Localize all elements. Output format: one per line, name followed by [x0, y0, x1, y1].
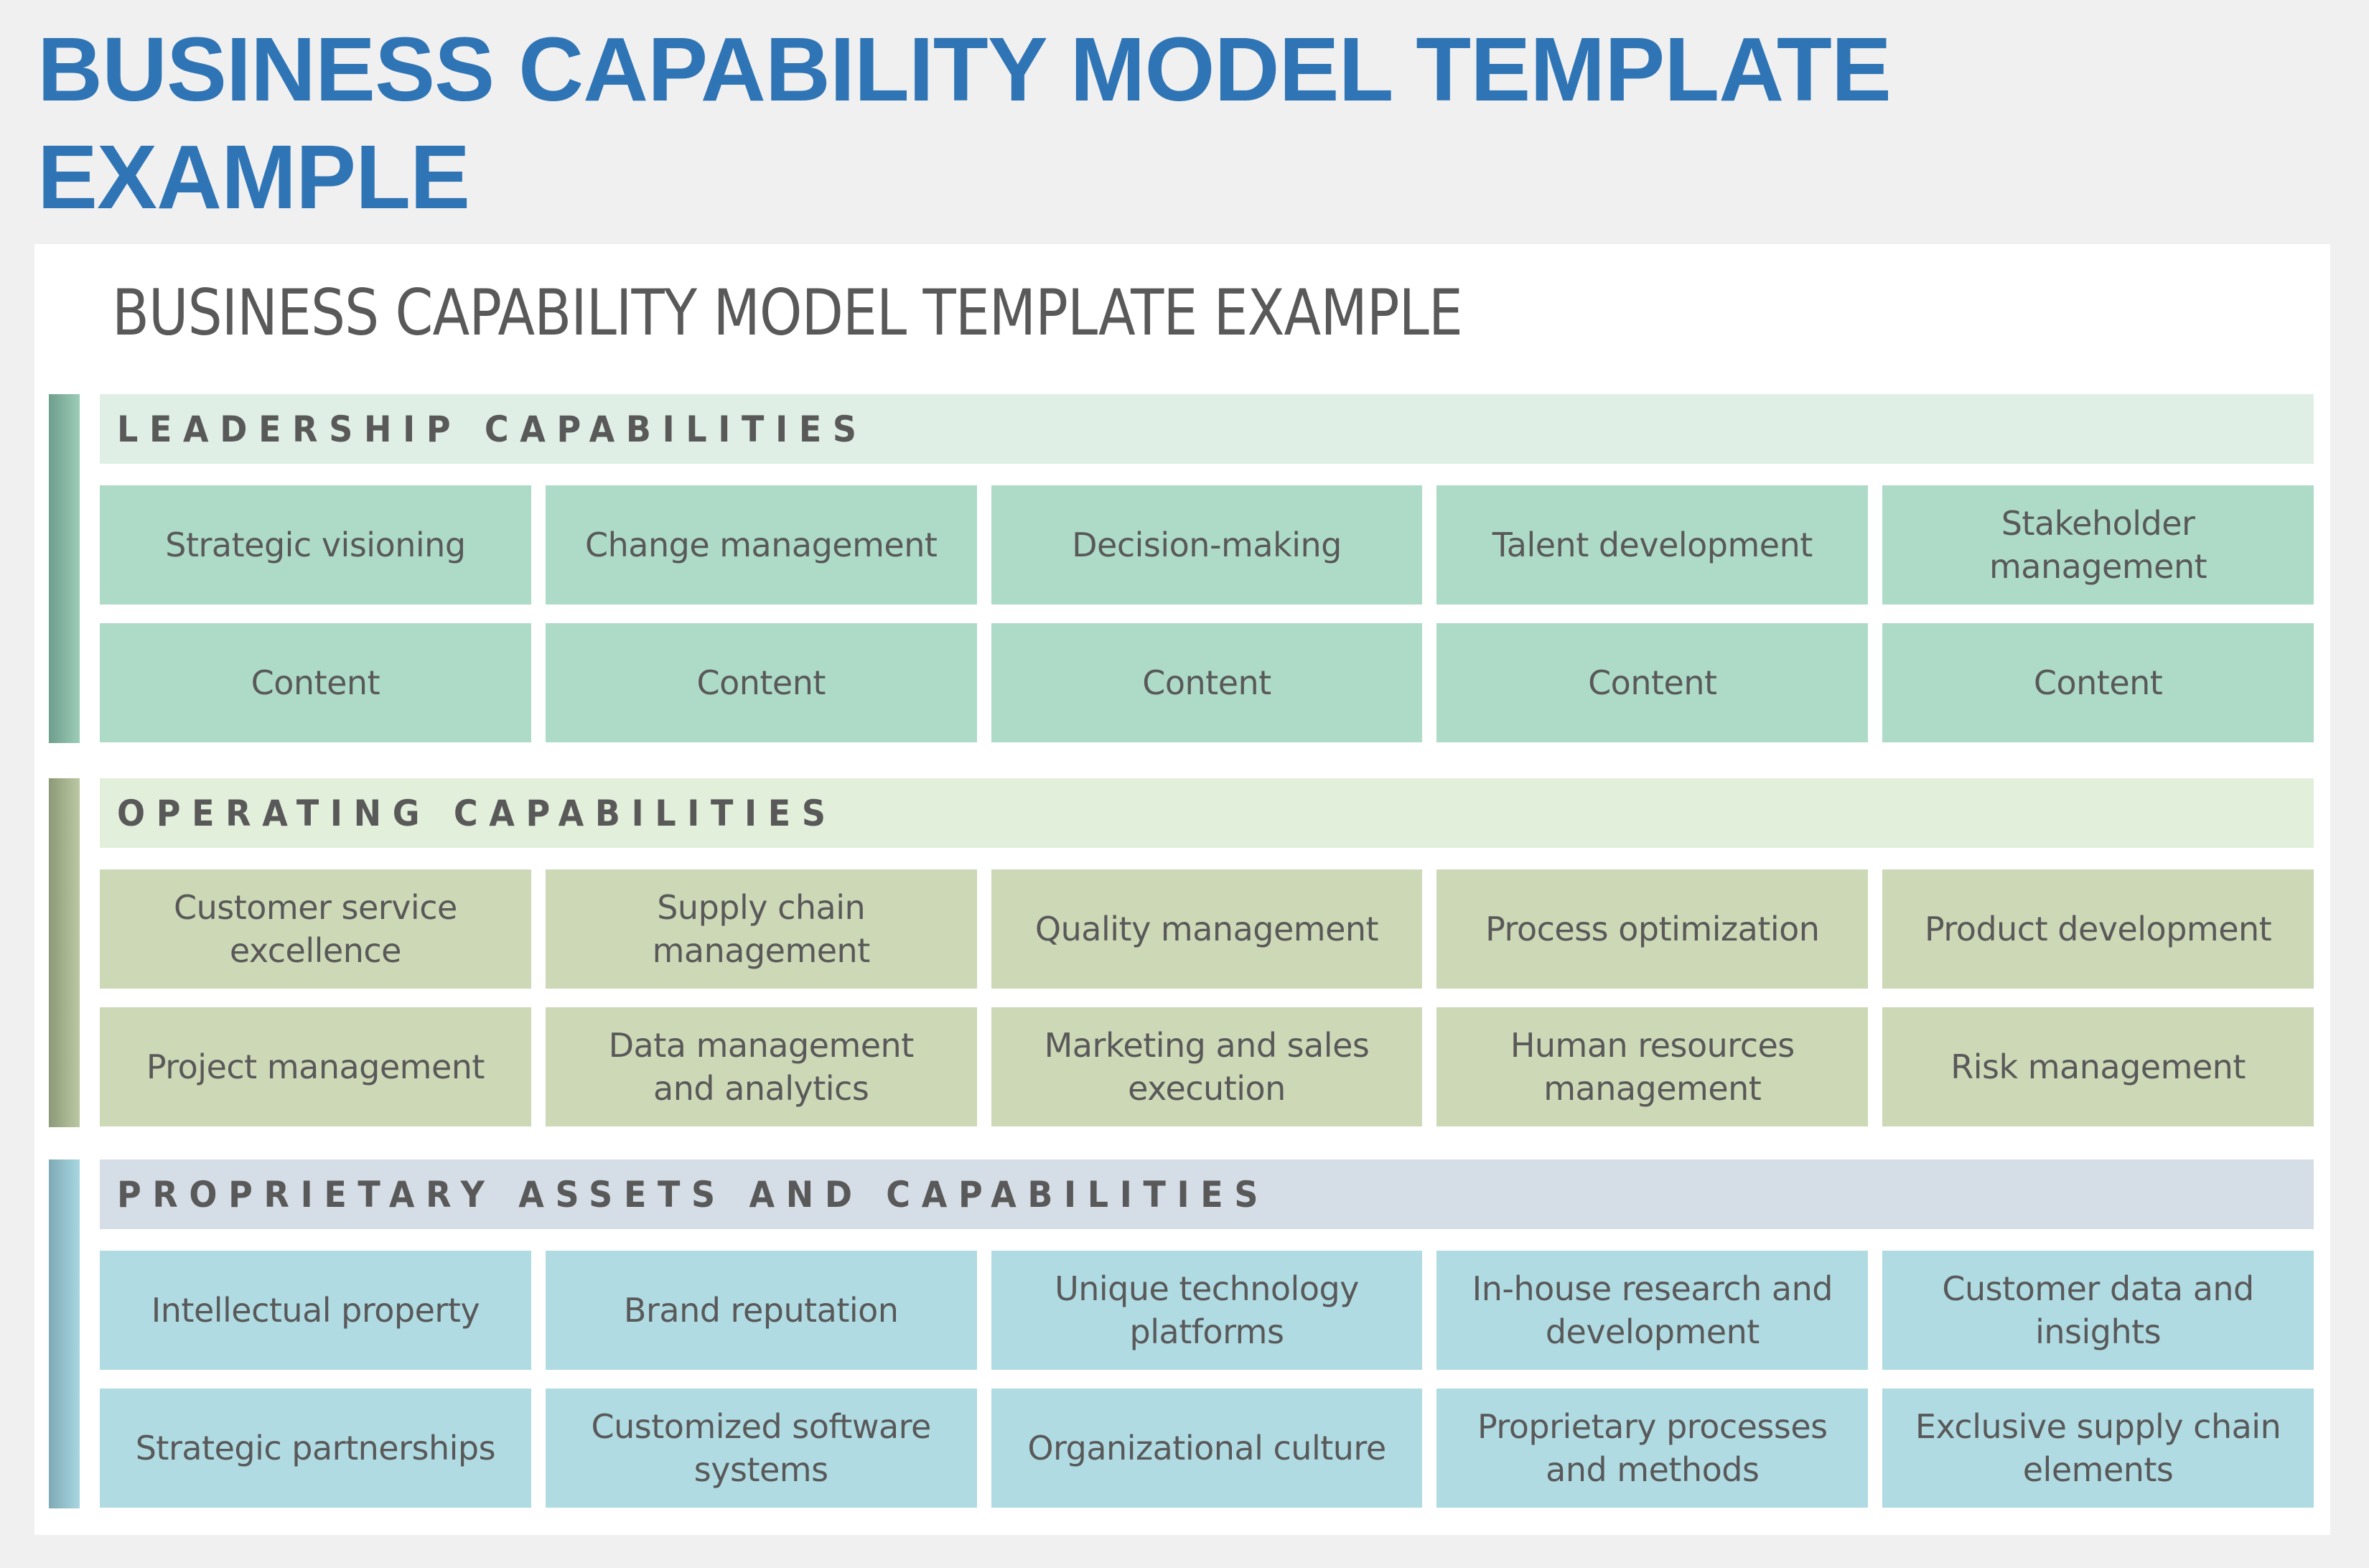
sheet-title: BUSINESS CAPABILITY MODEL TEMPLATE EXAMP…: [112, 276, 1463, 350]
capability-label: Proprietary processes and methods: [1477, 1407, 1828, 1489]
section-accent-bar: [49, 394, 80, 743]
capability-tile: Content: [100, 623, 531, 742]
capability-tile: Project management: [100, 1007, 531, 1126]
capability-tile: In-house research and development: [1436, 1251, 1869, 1370]
capability-tile: Risk management: [1882, 1007, 2314, 1126]
capability-label: Supply chain management: [652, 888, 871, 970]
capability-tile: Brand reputation: [545, 1251, 977, 1370]
capability-label: Exclusive supply chain elements: [1915, 1407, 2281, 1489]
section-heading: OPERATING CAPABILITIES: [117, 792, 837, 834]
capability-label: Organizational culture: [1027, 1429, 1386, 1467]
capability-model-sheet: BUSINESS CAPABILITY MODEL TEMPLATE EXAMP…: [34, 244, 2330, 1535]
section-operating-capabilities: OPERATING CAPABILITIES Customer service …: [49, 778, 2314, 1127]
capability-tile: Decision-making: [991, 485, 1423, 605]
capability-tile: Proprietary processes and methods: [1436, 1389, 1869, 1508]
capability-label: Marketing and sales execution: [1044, 1026, 1370, 1108]
capability-tile: Organizational culture: [991, 1389, 1423, 1508]
capability-grid: Customer service excellence Supply chain…: [100, 869, 2314, 1126]
section-header-band: OPERATING CAPABILITIES: [100, 778, 2314, 848]
capability-grid: Intellectual property Brand reputation U…: [100, 1251, 2314, 1508]
capability-label: Content: [2033, 663, 2163, 702]
capability-label: Project management: [146, 1047, 485, 1086]
capability-tile: Strategic partnerships: [100, 1389, 531, 1508]
capability-label: Content: [251, 663, 380, 702]
capability-label: Customer data and insights: [1942, 1269, 2254, 1351]
capability-label: Decision-making: [1072, 526, 1342, 564]
capability-tile: Change management: [545, 485, 977, 605]
capability-tile: Intellectual property: [100, 1251, 531, 1370]
capability-tile: Talent development: [1436, 485, 1869, 605]
section-header-band: LEADERSHIP CAPABILITIES: [100, 394, 2314, 464]
capability-tile: Content: [991, 623, 1423, 742]
section-accent-bar: [49, 778, 80, 1127]
capability-tile: Data management and analytics: [545, 1007, 977, 1126]
capability-label: Content: [1588, 663, 1717, 702]
capability-grid: Strategic visioning Change management De…: [100, 485, 2314, 742]
capability-label: Human resources management: [1510, 1026, 1795, 1108]
capability-label: Stakeholder management: [1989, 504, 2207, 586]
capability-label: Quality management: [1034, 910, 1379, 948]
capability-tile: Unique technology platforms: [991, 1251, 1423, 1370]
capability-label: Product development: [1924, 910, 2272, 948]
capability-tile: Marketing and sales execution: [991, 1007, 1423, 1126]
capability-label: Content: [696, 663, 826, 702]
capability-label: Strategic partnerships: [135, 1429, 496, 1467]
capability-tile: Quality management: [991, 869, 1423, 989]
capability-label: Brand reputation: [623, 1291, 899, 1330]
page-title: BUSINESS CAPABILITY MODEL TEMPLATE EXAMP…: [37, 19, 1892, 228]
capability-tile: Supply chain management: [545, 869, 977, 989]
section-header-band: PROPRIETARY ASSETS AND CAPABILITIES: [100, 1159, 2314, 1229]
capability-tile: Stakeholder management: [1882, 485, 2314, 605]
capability-tile: Content: [545, 623, 977, 742]
capability-tile: Process optimization: [1436, 869, 1869, 989]
capability-label: Content: [1142, 663, 1271, 702]
capability-label: In-house research and development: [1472, 1269, 1833, 1351]
capability-label: Strategic visioning: [165, 526, 466, 564]
capability-label: Customer service excellence: [173, 888, 457, 970]
capability-label: Customized software systems: [591, 1407, 932, 1489]
capability-label: Data management and analytics: [608, 1026, 915, 1108]
capability-tile: Content: [1882, 623, 2314, 742]
capability-tile: Exclusive supply chain elements: [1882, 1389, 2314, 1508]
capability-label: Unique technology platforms: [1055, 1269, 1359, 1351]
capability-label: Talent development: [1492, 526, 1813, 564]
capability-tile: Customer data and insights: [1882, 1251, 2314, 1370]
capability-tile: Content: [1436, 623, 1869, 742]
capability-tile: Human resources management: [1436, 1007, 1869, 1126]
section-proprietary-assets: PROPRIETARY ASSETS AND CAPABILITIES Inte…: [49, 1159, 2314, 1508]
capability-label: Intellectual property: [151, 1291, 480, 1330]
capability-tile: Strategic visioning: [100, 485, 531, 605]
capability-label: Risk management: [1950, 1047, 2246, 1086]
section-heading: LEADERSHIP CAPABILITIES: [117, 408, 868, 450]
capability-tile: Customer service excellence: [100, 869, 531, 989]
section-leadership-capabilities: LEADERSHIP CAPABILITIES Strategic vision…: [49, 394, 2314, 743]
section-accent-bar: [49, 1159, 80, 1508]
capability-label: Process optimization: [1485, 910, 1820, 948]
capability-label: Change management: [585, 526, 938, 564]
capability-tile: Product development: [1882, 869, 2314, 989]
capability-tile: Customized software systems: [545, 1389, 977, 1508]
section-heading: PROPRIETARY ASSETS AND CAPABILITIES: [117, 1173, 1270, 1215]
